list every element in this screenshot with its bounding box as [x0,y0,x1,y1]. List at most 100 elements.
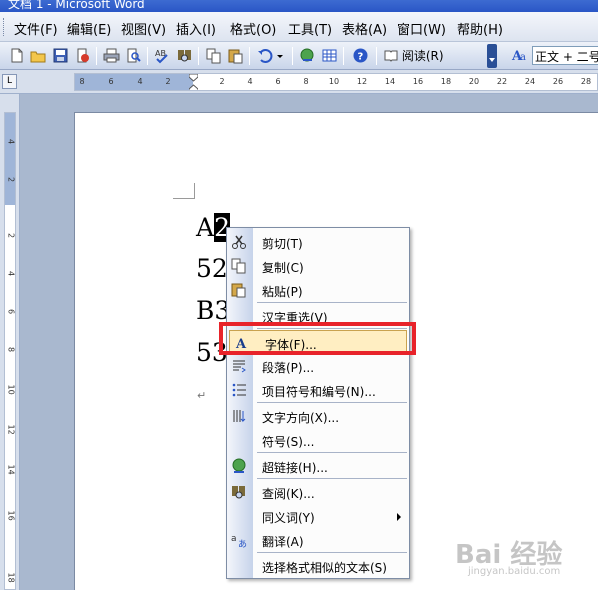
horizontal-ruler[interactable]: 8 6 4 2 2 4 6 8 10 12 14 16 18 20 22 24 … [74,73,598,91]
doc-text: A [196,213,215,242]
print-icon[interactable] [103,47,120,64]
toolbar-options-icon[interactable] [487,44,497,68]
undo-icon[interactable] [256,47,273,64]
text-direction-icon [233,410,246,423]
ruler-number: 6 [108,77,114,86]
horizontal-ruler-bar: L 8 6 4 2 2 4 6 8 10 12 14 16 18 20 22 2… [0,70,598,94]
open-folder-icon[interactable] [30,47,47,64]
ruler-number: 20 [468,77,480,86]
menu-table[interactable]: 表格(A) [342,19,387,38]
menu-edit[interactable]: 编辑(E) [67,19,111,38]
insert-table-icon[interactable] [321,47,338,64]
svg-text:?: ? [358,52,364,63]
copy-toolbar-icon[interactable] [205,47,222,64]
paste-toolbar-icon[interactable] [227,47,244,64]
menu-select-similar-formatting[interactable]: 选择格式相似的文本(S) [227,554,409,578]
menu-format[interactable]: 格式(O) [230,19,276,38]
bullets-icon [232,383,246,397]
title-bar: 文档 1 - Microsoft Word [0,0,598,12]
paste-icon [231,283,246,298]
insert-hyperlink-icon[interactable] [299,47,316,64]
context-menu: 剪切(T) 复制(C) 粘贴(P) 汉字重选(V) A 字体(F)... 段落(… [226,227,410,579]
ruler-number: 14 [6,464,16,475]
ruler-number: 4 [247,77,253,86]
read-mode-button[interactable]: 阅读(R) [384,47,444,65]
ruler-number: 16 [6,510,16,521]
menu-bar: 文件(F) 编辑(E) 视图(V) 插入(I) 格式(O) 工具(T) 表格(A… [0,12,598,42]
ruler-number: 2 [219,77,225,86]
standard-toolbar: AB ? 阅读(R) Aa 正文 + 二号 [0,42,598,70]
svg-text:a: a [520,52,526,63]
menu-synonyms[interactable]: 同义词(Y) [227,504,409,528]
save-icon[interactable] [52,47,69,64]
styles-formatting-icon[interactable]: Aa [511,47,528,64]
help-icon[interactable]: ? [352,47,369,64]
style-select[interactable]: 正文 + 二号 [532,46,598,65]
hyperlink-icon [232,458,246,473]
menu-text-direction[interactable]: 文字方向(X)... [227,404,409,428]
ruler-number: 16 [412,77,424,86]
scissors-icon [232,235,246,249]
ruler-number: 10 [328,77,340,86]
research-icon [232,486,245,499]
ruler-number: 14 [384,77,396,86]
ruler-number: 2 [165,77,171,86]
translate-icon: aあ [231,534,247,548]
ruler-number: 28 [580,77,592,86]
permission-icon[interactable] [74,47,91,64]
spelling-icon[interactable]: AB [154,47,171,64]
research-toolbar-icon[interactable] [176,47,193,64]
new-document-icon[interactable] [8,47,25,64]
ruler-number: 18 [440,77,452,86]
ruler-number: 4 [6,270,16,277]
ruler-number: 12 [6,424,16,435]
menu-translate[interactable]: aあ 翻译(A) [227,528,409,552]
doc-line-1[interactable]: A2 [196,213,230,243]
svg-text:あ: あ [238,539,247,548]
menu-window[interactable]: 窗口(W) [397,19,446,38]
menu-cut[interactable]: 剪切(T) [227,230,409,254]
ruler-number: 26 [552,77,564,86]
menubar-grip[interactable] [3,18,6,36]
menu-hyperlink[interactable]: 超链接(H)... [227,454,409,478]
menu-paste[interactable]: 粘贴(P) [227,278,409,302]
indent-marker-icon[interactable] [189,74,198,91]
vertical-ruler[interactable]: 4 2 2 4 6 8 10 12 14 16 18 [4,112,16,590]
menu-copy[interactable]: 复制(C) [227,254,409,278]
margin-corner-mark [173,183,195,199]
ruler-number: 18 [6,572,16,583]
ruler-number: 8 [79,77,85,86]
submenu-arrow-icon [397,513,401,521]
copy-icon [231,258,246,274]
ruler-number: 6 [275,77,281,86]
ruler-number: 2 [6,176,16,183]
ruler-number: 6 [6,308,16,315]
ruler-number: 4 [137,77,143,86]
ruler-number: 22 [496,77,508,86]
paragraph-mark: ↵ [197,389,207,402]
doc-line-2[interactable]: 52 [196,254,228,284]
baidu-watermark-url: jingyan.baidu.com [468,566,561,577]
tab-selector-icon[interactable]: L [2,74,17,89]
ruler-number: 4 [6,138,16,145]
menu-paragraph[interactable]: 段落(P)... [227,354,409,378]
annotation-highlight-box [219,322,416,355]
menu-symbol[interactable]: 符号(S)... [227,428,409,452]
ruler-number: 12 [356,77,368,86]
menu-help[interactable]: 帮助(H) [457,19,503,38]
ruler-number: 8 [303,77,309,86]
ruler-number: 2 [6,232,16,239]
ruler-number: 8 [6,346,16,353]
menu-insert[interactable]: 插入(I) [176,19,216,38]
menu-bullets-numbering[interactable]: 项目符号和编号(N)... [227,378,409,402]
undo-dropdown-icon[interactable] [276,47,285,64]
print-preview-icon[interactable] [125,47,142,64]
doc-text: 52 [196,254,228,283]
menu-research[interactable]: 查阅(K)... [227,480,409,504]
menu-file[interactable]: 文件(F) [14,19,58,38]
read-book-icon [384,50,398,62]
menu-view[interactable]: 视图(V) [121,19,166,38]
paragraph-icon [233,360,246,373]
menu-tools[interactable]: 工具(T) [288,19,332,38]
svg-text:a: a [231,534,237,544]
